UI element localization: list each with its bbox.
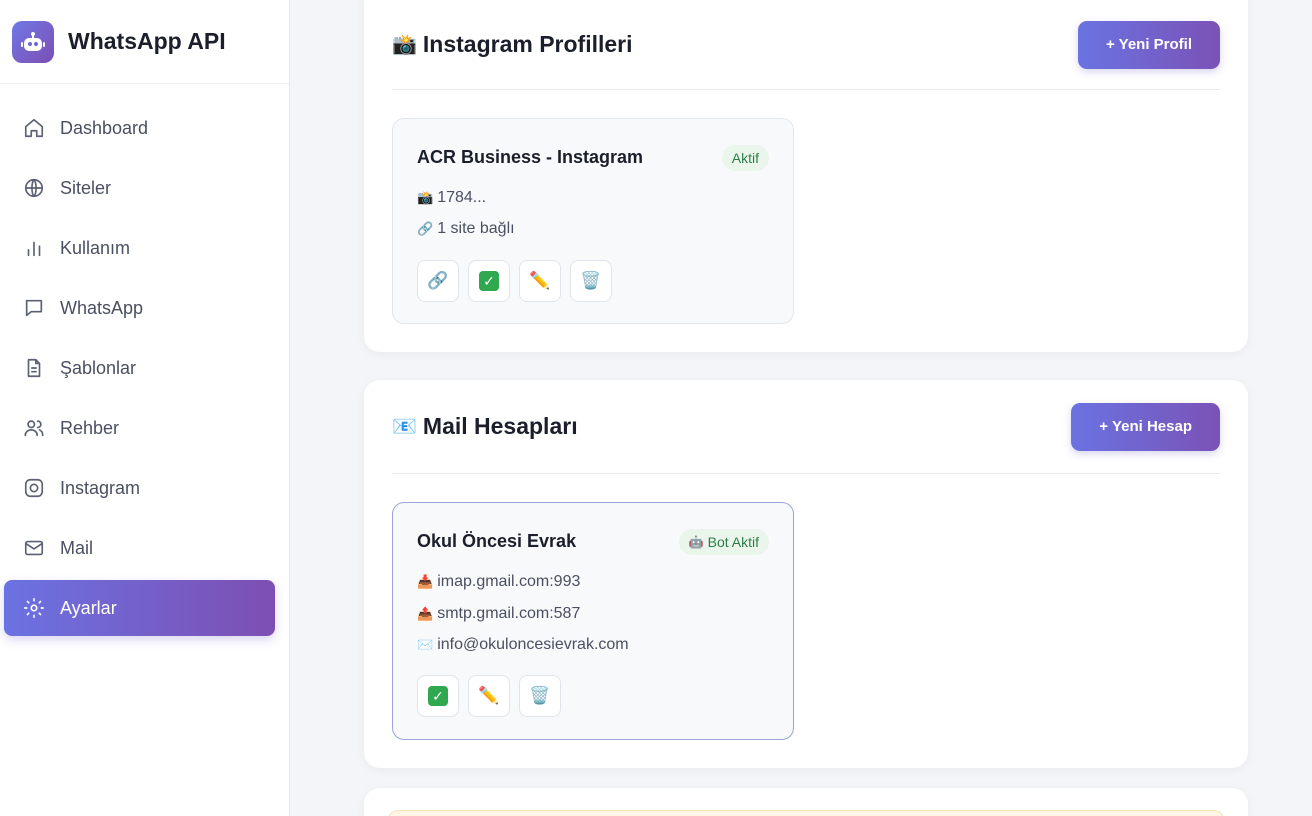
panel-title: 📧 Mail Hesapları bbox=[392, 413, 578, 440]
brand: WhatsApp API bbox=[0, 0, 289, 84]
activate-button[interactable]: ✓ bbox=[468, 260, 510, 302]
account-name: Okul Öncesi Evrak bbox=[417, 531, 577, 551]
inbox-icon: 📥 bbox=[417, 574, 434, 589]
trash-icon: 🗑️ bbox=[529, 686, 551, 705]
status-label: Bot Aktif bbox=[707, 534, 759, 550]
instagram-panel: 📸 Instagram Profilleri + Yeni Profil ACR… bbox=[364, 0, 1248, 352]
profile-name: ACR Business - Instagram bbox=[417, 147, 644, 167]
email-address: info@okuloncesievrak.com bbox=[437, 636, 629, 653]
smtp-line: 📤 smtp.gmail.com:587 bbox=[417, 605, 580, 623]
home-icon bbox=[22, 116, 46, 140]
app-title: WhatsApp API bbox=[68, 28, 226, 54]
sidebar-item-label: Ayarlar bbox=[60, 597, 117, 618]
pencil-icon: ✏️ bbox=[478, 686, 500, 705]
sidebar-item-label: Mail bbox=[60, 537, 94, 558]
sidebar-item-label: Rehber bbox=[60, 417, 120, 438]
account-actions: ✓ ✏️ 🗑️ bbox=[417, 675, 570, 717]
sidebar-item-label: WhatsApp bbox=[60, 297, 144, 318]
mail-panel-title: Mail Hesapları bbox=[422, 413, 578, 439]
sidebar-item-label: Instagram bbox=[60, 477, 141, 498]
robot-logo-icon bbox=[12, 20, 54, 63]
sidebar-item-instagram[interactable]: Instagram bbox=[4, 460, 275, 516]
sidebar-item-ayarlar[interactable]: Ayarlar bbox=[4, 580, 275, 636]
sidebar-item-label: Siteler bbox=[60, 177, 112, 198]
email-line: ✉️ info@okuloncesievrak.com bbox=[417, 636, 629, 654]
profile-actions: 🔗 ✓ ✏️ 🗑️ bbox=[417, 260, 621, 302]
main-content: 📸 Instagram Profilleri + Yeni Profil ACR… bbox=[290, 0, 1312, 816]
new-account-button[interactable]: + Yeni Hesap bbox=[1071, 402, 1220, 451]
sidebar-item-kullanim[interactable]: Kullanım bbox=[4, 220, 275, 276]
imap-server: imap.gmail.com:993 bbox=[437, 573, 581, 590]
mail-icon bbox=[22, 536, 46, 560]
sidebar-item-siteler[interactable]: Siteler bbox=[4, 160, 275, 216]
mail-account-card[interactable]: Okul Öncesi Evrak 🤖 Bot Aktif 📥 imap.gma… bbox=[392, 502, 794, 740]
mail-panel: 📧 Mail Hesapları + Yeni Hesap Okul Önces… bbox=[364, 380, 1248, 768]
check-icon: ✓ bbox=[479, 271, 499, 291]
instagram-panel-header: 📸 Instagram Profilleri + Yeni Profil bbox=[392, 0, 1220, 90]
linked-sites-line: 🔗 1 site bağlı bbox=[417, 220, 515, 238]
delete-button[interactable]: 🗑️ bbox=[570, 260, 612, 302]
message-icon bbox=[22, 296, 46, 320]
check-icon: ✓ bbox=[428, 686, 448, 706]
mail-panel-header: 📧 Mail Hesapları + Yeni Hesap bbox=[392, 380, 1220, 474]
pencil-icon: ✏️ bbox=[529, 271, 551, 290]
trash-icon: 🗑️ bbox=[580, 271, 602, 290]
users-icon bbox=[22, 416, 46, 440]
panel-title: 📸 Instagram Profilleri bbox=[392, 31, 633, 58]
edit-button[interactable]: ✏️ bbox=[468, 675, 510, 717]
envelope-icon: 📧 bbox=[392, 416, 417, 438]
outbox-icon: 📤 bbox=[417, 606, 434, 621]
link-icon: 🔗 bbox=[427, 271, 449, 290]
status-badge: 🤖 Bot Aktif bbox=[678, 529, 769, 555]
sidebar-nav: Dashboard Siteler Kullanım WhatsApp Şabl… bbox=[0, 84, 289, 636]
instagram-profile-card[interactable]: ACR Business - Instagram Aktif 📸 1784...… bbox=[392, 118, 794, 324]
linked-sites: 1 site bağlı bbox=[437, 220, 515, 237]
globe-icon bbox=[22, 176, 46, 200]
gear-icon bbox=[22, 596, 46, 620]
document-icon bbox=[22, 356, 46, 380]
envelope-icon: ✉️ bbox=[417, 637, 434, 652]
bar-chart-icon bbox=[22, 236, 46, 260]
new-profile-button[interactable]: + Yeni Profil bbox=[1077, 20, 1220, 69]
sidebar-item-mail[interactable]: Mail bbox=[4, 520, 275, 576]
smtp-server: smtp.gmail.com:587 bbox=[437, 605, 581, 622]
activate-button[interactable]: ✓ bbox=[417, 675, 459, 717]
link-button[interactable]: 🔗 bbox=[417, 260, 459, 302]
instagram-panel-title: Instagram Profilleri bbox=[422, 31, 633, 57]
next-panel bbox=[364, 788, 1248, 816]
sidebar-item-sablonlar[interactable]: Şablonlar bbox=[4, 340, 275, 396]
sidebar-item-label: Kullanım bbox=[60, 237, 131, 258]
sidebar-item-label: Dashboard bbox=[60, 117, 149, 138]
instagram-icon bbox=[22, 476, 46, 500]
delete-button[interactable]: 🗑️ bbox=[519, 675, 561, 717]
sidebar-item-label: Şablonlar bbox=[60, 357, 137, 378]
warning-banner bbox=[388, 810, 1224, 816]
camera-icon: 📸 bbox=[417, 190, 434, 205]
link-icon: 🔗 bbox=[417, 221, 434, 236]
imap-line: 📥 imap.gmail.com:993 bbox=[417, 573, 580, 591]
camera-icon: 📸 bbox=[392, 34, 417, 56]
status-badge: Aktif bbox=[721, 145, 769, 171]
sidebar-item-whatsapp[interactable]: WhatsApp bbox=[4, 280, 275, 336]
account-id: 1784... bbox=[437, 189, 487, 206]
sidebar-item-rehber[interactable]: Rehber bbox=[4, 400, 275, 456]
robot-icon: 🤖 bbox=[688, 535, 704, 549]
account-id-line: 📸 1784... bbox=[417, 189, 486, 207]
sidebar: WhatsApp API Dashboard Siteler Kullanım … bbox=[0, 0, 290, 816]
sidebar-item-dashboard[interactable]: Dashboard bbox=[4, 100, 275, 156]
edit-button[interactable]: ✏️ bbox=[519, 260, 561, 302]
